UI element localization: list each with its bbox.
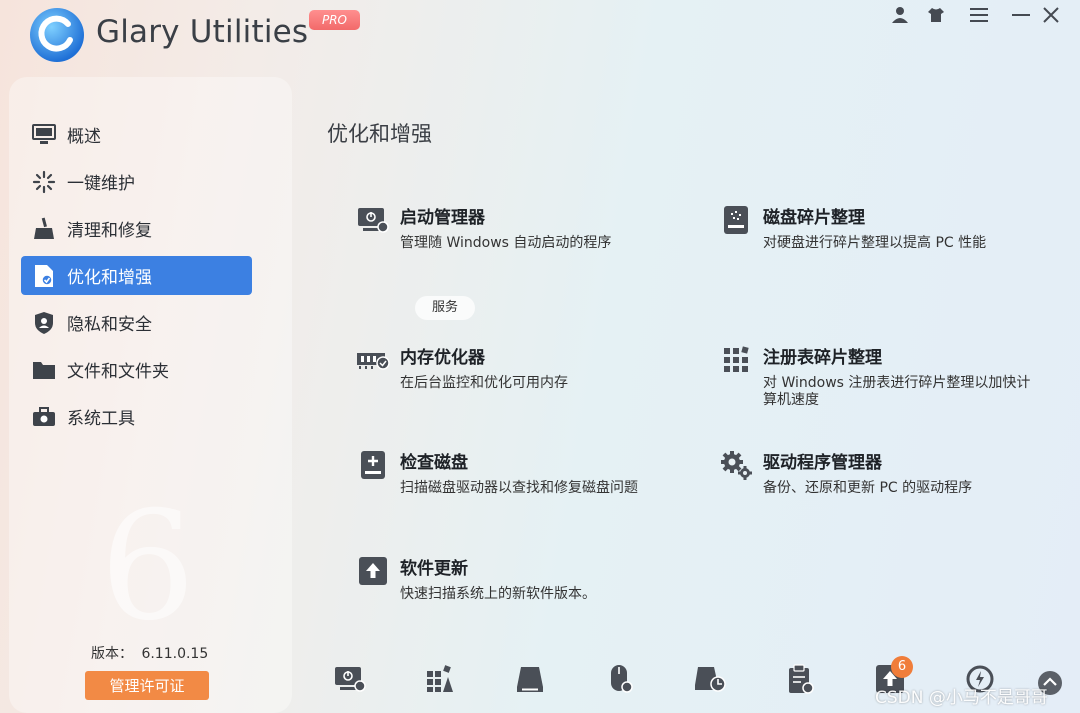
- version-info: 版本： 6.11.0.15: [91, 643, 208, 663]
- card-description: 扫描磁盘驱动器以查找和修复磁盘问题: [400, 480, 638, 496]
- card-title: 注册表碎片整理: [763, 348, 882, 368]
- card-startup-manager[interactable]: 启动管理器 管理随 Windows 自动启动的程序: [356, 203, 676, 258]
- toolbar-disk-space-icon[interactable]: [693, 662, 727, 696]
- sidebar-item-system-tools[interactable]: 系统工具: [21, 397, 252, 436]
- startup-icon: [356, 203, 390, 237]
- card-software-update[interactable]: 软件更新 快速扫描系统上的新软件版本。: [356, 554, 676, 609]
- card-memory-optimizer[interactable]: 内存优化器 在后台监控和优化可用内存: [356, 343, 676, 398]
- card-description: 备份、还原和更新 PC 的驱动程序: [763, 480, 973, 496]
- sidebar-item-label: 系统工具: [67, 409, 135, 429]
- sidebar-item-files[interactable]: 文件和文件夹: [21, 350, 252, 389]
- card-title: 驱动程序管理器: [763, 453, 882, 473]
- sidebar-item-label: 优化和增强: [67, 268, 152, 288]
- app-header: Glary Utilities PRO: [0, 0, 1080, 72]
- gears-icon: [719, 448, 753, 482]
- version-label: 版本：: [91, 646, 133, 662]
- watermark: CSDN @小马不是哥哥: [875, 688, 1048, 708]
- card-description: 对 Windows 注册表进行碎片整理以加快计算机速度: [763, 375, 1031, 408]
- toolbar-registry-icon[interactable]: [423, 662, 457, 696]
- sidebar-item-label: 概述: [67, 127, 101, 147]
- broom-icon: [31, 216, 57, 242]
- sidebar-item-label: 一键维护: [67, 174, 135, 194]
- card-driver-manager[interactable]: 驱动程序管理器 备份、还原和更新 PC 的驱动程序: [719, 448, 1049, 503]
- sidebar-item-label: 清理和修复: [67, 221, 152, 241]
- sidebar-item-overview[interactable]: 概述: [21, 115, 252, 154]
- card-registry-defrag[interactable]: 注册表碎片整理 对 Windows 注册表进行碎片整理以加快计算机速度: [719, 343, 1049, 413]
- card-description: 对硬盘进行碎片整理以提高 PC 性能: [763, 235, 987, 251]
- close-icon[interactable]: [1039, 3, 1063, 27]
- page-title: 优化和增强: [327, 122, 432, 146]
- check-disk-icon: [356, 448, 390, 482]
- manage-license-button[interactable]: 管理许可证: [85, 671, 209, 700]
- sidebar-item-label: 文件和文件夹: [67, 362, 169, 382]
- toolbar-disk-icon[interactable]: [513, 662, 547, 696]
- sparkle-icon: [31, 169, 57, 195]
- card-title: 磁盘碎片整理: [763, 208, 865, 228]
- card-title: 软件更新: [400, 559, 468, 579]
- sidebar-item-privacy[interactable]: 隐私和安全: [21, 303, 252, 342]
- toolbar-clipboard-icon[interactable]: [783, 662, 817, 696]
- memory-icon: [356, 343, 390, 377]
- version-value: 6.11.0.15: [141, 646, 209, 662]
- sidebar-item-optimize[interactable]: 优化和增强: [21, 256, 252, 295]
- toolbar-startup-icon[interactable]: [333, 662, 367, 696]
- minimize-icon[interactable]: [1009, 3, 1033, 27]
- update-icon: [356, 554, 390, 588]
- sidebar-item-clean-repair[interactable]: 清理和修复: [21, 209, 252, 248]
- toolbox-icon: [31, 404, 57, 430]
- card-title: 启动管理器: [400, 208, 485, 228]
- shield-icon: [31, 310, 57, 336]
- disk-defrag-icon: [719, 203, 753, 237]
- sidebar-item-one-click[interactable]: 一键维护: [21, 162, 252, 201]
- monitor-icon: [31, 122, 57, 148]
- update-count-badge: 6: [891, 656, 913, 678]
- card-title: 检查磁盘: [400, 453, 468, 473]
- card-check-disk[interactable]: 检查磁盘 扫描磁盘驱动器以查找和修复磁盘问题: [356, 448, 676, 503]
- pro-badge: PRO: [309, 10, 360, 30]
- folder-icon: [31, 357, 57, 383]
- card-description: 管理随 Windows 自动启动的程序: [400, 235, 612, 251]
- card-title: 内存优化器: [400, 348, 485, 368]
- registry-icon: [719, 343, 753, 377]
- card-disk-defrag[interactable]: 磁盘碎片整理 对硬盘进行碎片整理以提高 PC 性能: [719, 203, 1049, 258]
- card-description: 快速扫描系统上的新软件版本。: [400, 586, 596, 602]
- card-description: 在后台监控和优化可用内存: [400, 375, 568, 391]
- menu-icon[interactable]: [967, 3, 991, 27]
- toolbar-mouse-icon[interactable]: [603, 662, 637, 696]
- tshirt-icon[interactable]: [924, 3, 948, 27]
- glary-logo-icon: [28, 6, 86, 64]
- background-numeral: 6: [100, 480, 196, 654]
- services-button[interactable]: 服务: [415, 296, 475, 320]
- app-title: Glary Utilities: [96, 14, 309, 50]
- sidebar-item-label: 隐私和安全: [67, 315, 152, 335]
- optimize-doc-icon: [31, 263, 57, 289]
- user-icon[interactable]: [888, 3, 912, 27]
